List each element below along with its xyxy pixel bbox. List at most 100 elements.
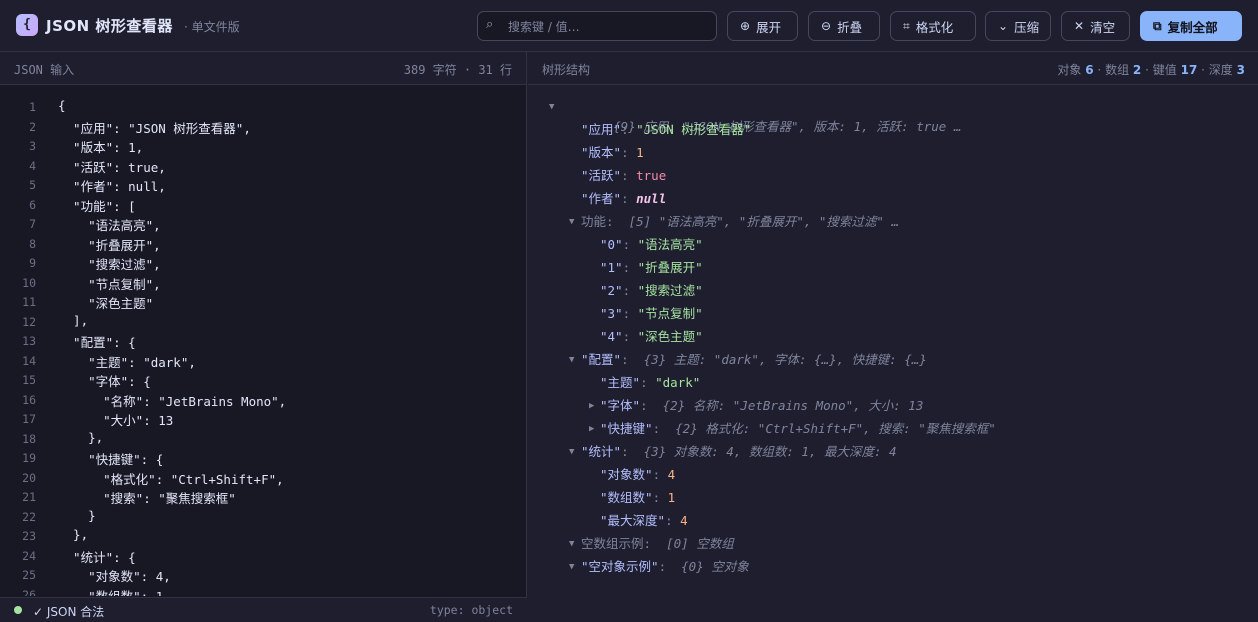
expand-icon: ⊕ (740, 19, 751, 33)
tree-node[interactable]: "数组数": 1 (600, 488, 675, 508)
node-key: "2" (600, 283, 623, 298)
code-line: "统计": { (58, 549, 136, 565)
line-number: 10 (22, 275, 36, 290)
tree-node-config[interactable]: "配置": {3} 主题: "dark", 字体: {…}, 快捷键: {…} (581, 350, 927, 370)
stat-depth-value: 3 (1236, 63, 1245, 77)
collapse-toggle-icon[interactable]: ▼ (569, 442, 574, 462)
line-number: 18 (22, 431, 36, 446)
json-input-pane: JSON 输入 389 字符 · 31 行 1 2 3 4 5 6 7 8 9 10 11 12 13 1… (0, 52, 527, 622)
collapse-toggle-icon[interactable]: ▼ (569, 350, 574, 370)
node-key: "活跃" (581, 168, 622, 183)
search-icon: ⌕ (486, 17, 494, 32)
line-number: 14 (22, 353, 36, 368)
status-bar: ✓ JSON 合法 type: object (0, 597, 527, 622)
tree-node[interactable]: "版本": 1 (581, 143, 644, 163)
node-summary: {3} 对象数: 4, 数组数: 1, 最大深度: 4 (643, 444, 897, 459)
node-value: 4 (680, 513, 688, 528)
node-value: "dark" (655, 375, 701, 390)
line-number: 13 (22, 334, 36, 348)
json-editor[interactable]: 1 2 3 4 5 6 7 8 9 10 11 12 13 14 15 16 17 18 19 20 21 22 23 24 2… (0, 96, 527, 596)
format-label: 格式化 (915, 19, 954, 35)
format-button[interactable]: ⌗ 格式化 (890, 11, 976, 41)
clear-button[interactable]: ✕ 清空 (1061, 11, 1130, 41)
tree-pane: 树形结构 对象 6 · 数组 2 · 键值 17 · 深度 3 ▼ {9} 应用… (528, 52, 1258, 622)
code-line: "快捷键": { (58, 452, 164, 467)
code-line: "主题": "dark", (58, 354, 196, 370)
line-number: 1 (29, 100, 36, 114)
code-line: "功能": [ (58, 198, 136, 214)
tree-node[interactable]: "4": "深色主题" (600, 327, 703, 347)
node-summary: {2} 名称: "JetBrains Mono", 大小: 13 (662, 398, 924, 413)
code-line: } (58, 507, 96, 523)
node-value: "折叠展开" (637, 260, 703, 275)
line-number: 22 (22, 509, 36, 524)
expand-all-button[interactable]: ⊕ 展开 (727, 11, 798, 41)
collapse-toggle-icon[interactable]: ▼ (549, 97, 554, 117)
collapse-all-button[interactable]: ⊖ 折叠 (808, 11, 880, 41)
node-key: "快捷键" (600, 421, 653, 436)
node-key: 功能 (581, 214, 607, 229)
app-subtitle: · 单文件版 (184, 20, 240, 34)
stat-objects-value: 6 (1085, 63, 1094, 77)
expand-toggle-icon[interactable]: ▶ (589, 419, 594, 439)
tree-node-empty-object[interactable]: "空对象示例": {0} 空对象 (581, 557, 749, 577)
status-dot (14, 606, 22, 614)
tree-node[interactable]: "2": "搜索过滤" (600, 281, 703, 301)
tree-node[interactable]: "对象数": 4 (600, 465, 675, 485)
node-value: 4 (667, 467, 676, 482)
expand-toggle-icon[interactable]: ▶ (589, 396, 594, 416)
tree-node[interactable]: "活跃": true (581, 166, 666, 186)
code-line: "节点复制", (58, 276, 161, 292)
tree-node-empty-array[interactable]: 空数组示例: [0] 空数组 (581, 534, 734, 554)
code-line: "作者": null, (58, 179, 166, 194)
line-number: 6 (29, 197, 36, 212)
tree-node[interactable]: "主题": "dark" (600, 373, 700, 393)
input-pane-title: JSON 输入 (14, 63, 75, 77)
collapse-icon: ⊖ (821, 19, 832, 33)
node-key: 空数组示例 (581, 536, 644, 551)
code-line: "格式化": "Ctrl+Shift+F", (58, 471, 284, 487)
search-box[interactable]: ⌕ (477, 11, 717, 41)
line-number: 11 (22, 295, 36, 309)
tree-node-font[interactable]: "字体": {2} 名称: "JetBrains Mono", 大小: 13 (600, 396, 923, 416)
tree-node[interactable]: "0": "语法高亮" (600, 235, 703, 255)
stat-arrays-value: 2 (1132, 63, 1142, 77)
tree-node-features[interactable]: 功能: [5] "语法高亮", "折叠展开", "搜索过滤" … (581, 212, 899, 232)
copy-all-button[interactable]: ⧉ 复制全部 (1140, 11, 1242, 41)
code-line: "语法高亮", (58, 218, 161, 233)
tree-root-node[interactable]: {9} 应用: "JSON 树形查看器", 版本: 1, 活跃: true … (568, 97, 961, 134)
tree-node[interactable]: "最大深度": 4 (600, 511, 688, 531)
tree-node[interactable]: "1": "折叠展开" (600, 258, 703, 278)
code-line: }, (58, 527, 89, 542)
input-char-count: 389 字符 · 31 行 (403, 63, 512, 77)
minify-label: 压缩 (1014, 19, 1040, 35)
node-key: "配置" (581, 352, 622, 367)
node-key: "4" (600, 329, 623, 344)
line-number: 16 (22, 392, 36, 407)
tree-node[interactable]: "应用": "JSON 树形查看器" (581, 120, 751, 140)
tree-node[interactable]: "3": "节点复制" (600, 304, 703, 324)
line-number: 2 (29, 119, 36, 134)
node-summary: {3} 主题: "dark", 字体: {…}, 快捷键: {…} (643, 352, 927, 367)
node-summary: {0} 空对象 (681, 559, 749, 574)
tree-node-stats[interactable]: "统计": {3} 对象数: 4, 数组数: 1, 最大深度: 4 (581, 442, 897, 462)
collapse-toggle-icon[interactable]: ▼ (569, 212, 574, 232)
line-number: 5 (29, 178, 36, 192)
minify-button[interactable]: ⌄ 压缩 (985, 11, 1051, 41)
collapse-toggle-icon[interactable]: ▼ (569, 534, 574, 554)
code-line: "版本": 1, (58, 140, 144, 155)
node-value: "JSON 树形查看器" (636, 122, 752, 137)
tree-node-shortcuts[interactable]: "快捷键": {2} 格式化: "Ctrl+Shift+F", 搜索: "聚焦搜… (600, 419, 996, 439)
collapse-toggle-icon[interactable]: ▼ (569, 557, 574, 577)
node-key: "空对象示例" (581, 559, 659, 574)
tree-pane-title: 树形结构 (542, 63, 591, 77)
tree-node[interactable]: "作者": null (581, 189, 666, 209)
stat-kv-value: 17 (1180, 63, 1198, 77)
search-input[interactable] (508, 18, 708, 36)
line-number: 8 (29, 236, 36, 251)
format-icon: ⌗ (903, 18, 910, 33)
line-number: 15 (22, 373, 36, 387)
line-number: 24 (22, 548, 36, 563)
node-key: "应用" (581, 122, 622, 137)
line-number: 4 (29, 158, 36, 173)
